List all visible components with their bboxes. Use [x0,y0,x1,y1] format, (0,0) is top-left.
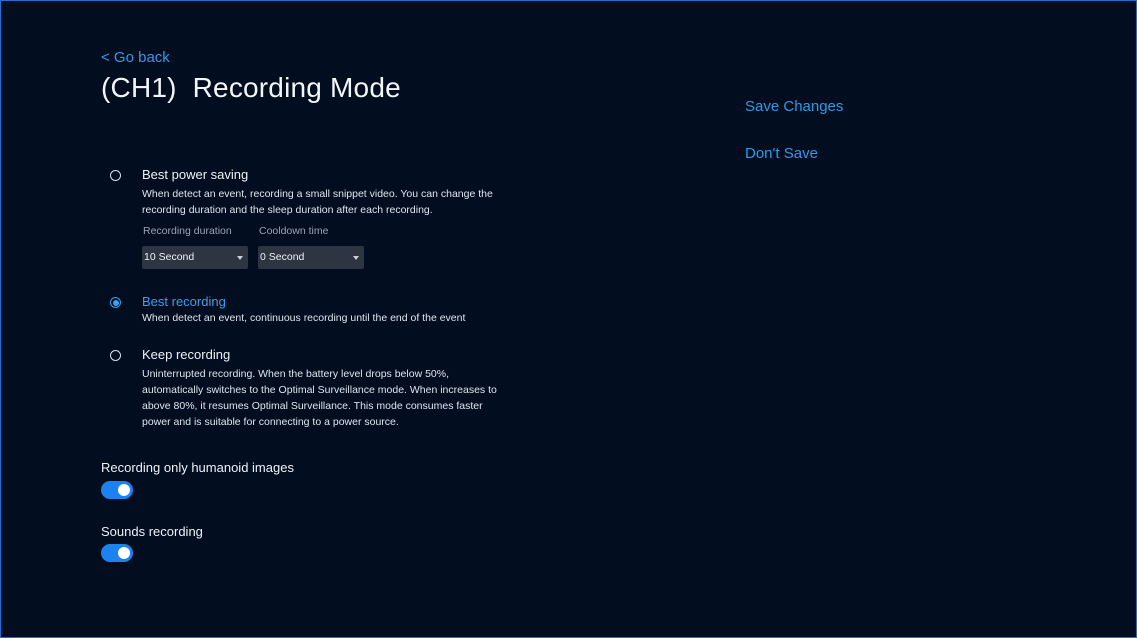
caret-down-icon [353,256,359,260]
cooldown-time-label: Cooldown time [259,225,329,237]
toggle-knob [118,484,130,496]
option-label: Best power saving [142,167,249,182]
save-changes-button[interactable]: Save Changes [745,98,843,115]
option-description: When detect an event, recording a small … [142,188,493,216]
radio-best-recording[interactable] [110,297,121,308]
sounds-recording-toggle[interactable] [101,544,133,562]
caret-down-icon [237,256,243,260]
sounds-recording-label: Sounds recording [101,524,203,539]
toggle-knob [118,547,130,559]
dont-save-button[interactable]: Don't Save [745,145,818,162]
recording-duration-label: Recording duration [143,225,232,237]
recording-duration-dropdown[interactable]: 10 Second [142,246,248,269]
page-title: (CH1) Recording Mode [101,72,401,103]
radio-keep-recording[interactable] [110,350,121,361]
cooldown-time-dropdown[interactable]: 0 Second [258,246,364,269]
option-description: When detect an event, continuous recordi… [142,312,466,324]
recording-duration-value: 10 Second [144,251,195,263]
cooldown-time-value: 0 Second [260,251,305,263]
radio-best-power-saving[interactable] [110,170,121,181]
humanoid-recording-toggle[interactable] [101,481,133,499]
option-label: Keep recording [142,347,231,362]
humanoid-recording-label: Recording only humanoid images [101,460,294,475]
option-label: Best recording [142,294,226,309]
option-description: Uninterrupted recording. When the batter… [142,368,497,428]
go-back-link[interactable]: < Go back [101,49,170,66]
